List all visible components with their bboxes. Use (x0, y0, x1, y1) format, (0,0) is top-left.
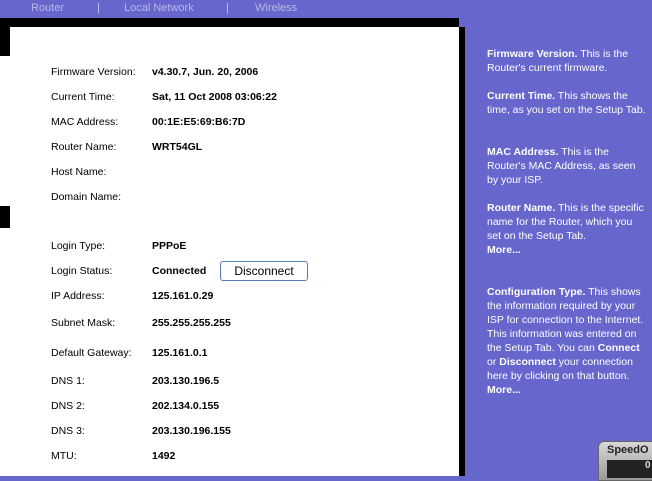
help-firmware: Firmware Version. This is the Router's c… (487, 47, 649, 75)
login-status-label: Login Status: (51, 265, 113, 277)
speed-widget-label: SpeedO (607, 444, 649, 456)
default-gateway-label: Default Gateway: (51, 347, 132, 359)
login-type-value: PPPoE (152, 240, 187, 252)
left-edge-panel (0, 228, 10, 476)
tab-separator: | (226, 2, 229, 14)
current-time-value: Sat, 11 Oct 2008 03:06:22 (152, 91, 277, 103)
dns3-label: DNS 3: (51, 425, 85, 437)
current-time-label: Current Time: (51, 91, 115, 103)
help-mac-title: MAC Address. (487, 146, 559, 158)
host-name-label: Host Name: (51, 166, 107, 178)
mac-address-value: 00:1E:E5:69:B6:7D (152, 116, 246, 128)
disconnect-button[interactable]: Disconnect (220, 261, 308, 281)
mtu-value: 1492 (152, 450, 176, 462)
status-panel: Firmware Version: v4.30.7, Jun. 20, 2006… (10, 27, 459, 476)
dns1-label: DNS 1: (51, 375, 85, 387)
tab-bar: Router | Local Network | Wireless (0, 0, 652, 18)
mac-address-label: MAC Address: (51, 116, 119, 128)
help-disconnect-word: Disconnect (499, 356, 556, 368)
help-router-title: Router Name. (487, 202, 556, 214)
tab-separator: | (97, 2, 100, 14)
ip-address-label: IP Address: (51, 290, 105, 302)
subnet-mask-value: 255.255.255.255 (152, 317, 231, 329)
router-name-label: Router Name: (51, 141, 117, 153)
help-mac-address: MAC Address. This is the Router's MAC Ad… (487, 145, 649, 187)
firmware-version-label: Firmware Version: (51, 66, 136, 78)
help-firmware-title: Firmware Version. (487, 48, 578, 60)
help-time-title: Current Time. (487, 90, 556, 102)
dns3-value: 203.130.196.155 (152, 425, 231, 437)
tab-local-network[interactable]: Local Network (124, 2, 194, 14)
more-link[interactable]: More... (487, 384, 521, 396)
more-link[interactable]: More... (487, 244, 521, 256)
left-edge-marker (0, 206, 10, 228)
content-top-border (10, 18, 459, 27)
login-status-value: Connected (152, 265, 207, 277)
help-current-time: Current Time. This shows the time, as yo… (487, 89, 649, 117)
default-gateway-value: 125.161.0.1 (152, 347, 208, 359)
router-name-value: WRT54GL (152, 141, 203, 153)
speed-widget[interactable]: SpeedO 0 (598, 441, 652, 481)
dns1-value: 203.130.196.5 (152, 375, 220, 387)
help-router-name: Router Name. This is the specific name f… (487, 201, 649, 257)
help-or-word: or (487, 356, 500, 368)
tab-wireless[interactable]: Wireless (255, 2, 297, 14)
left-edge-panel (0, 56, 10, 206)
speed-widget-readout: 0 (607, 460, 652, 478)
tab-router[interactable]: Router (31, 2, 64, 14)
domain-name-label: Domain Name: (51, 191, 122, 203)
help-pane: Firmware Version. This is the Router's c… (465, 27, 652, 476)
help-config-title: Configuration Type. (487, 286, 586, 298)
help-connect-word: Connect (597, 342, 640, 354)
dns2-value: 202.134.0.155 (152, 400, 220, 412)
subnet-mask-label: Subnet Mask: (51, 317, 116, 329)
mtu-label: MTU: (51, 450, 77, 462)
firmware-version-value: v4.30.7, Jun. 20, 2006 (152, 66, 259, 78)
help-configuration-type: Configuration Type. This shows the infor… (487, 285, 649, 397)
ip-address-value: 125.161.0.29 (152, 290, 214, 302)
login-type-label: Login Type: (51, 240, 106, 252)
dns2-label: DNS 2: (51, 400, 85, 412)
